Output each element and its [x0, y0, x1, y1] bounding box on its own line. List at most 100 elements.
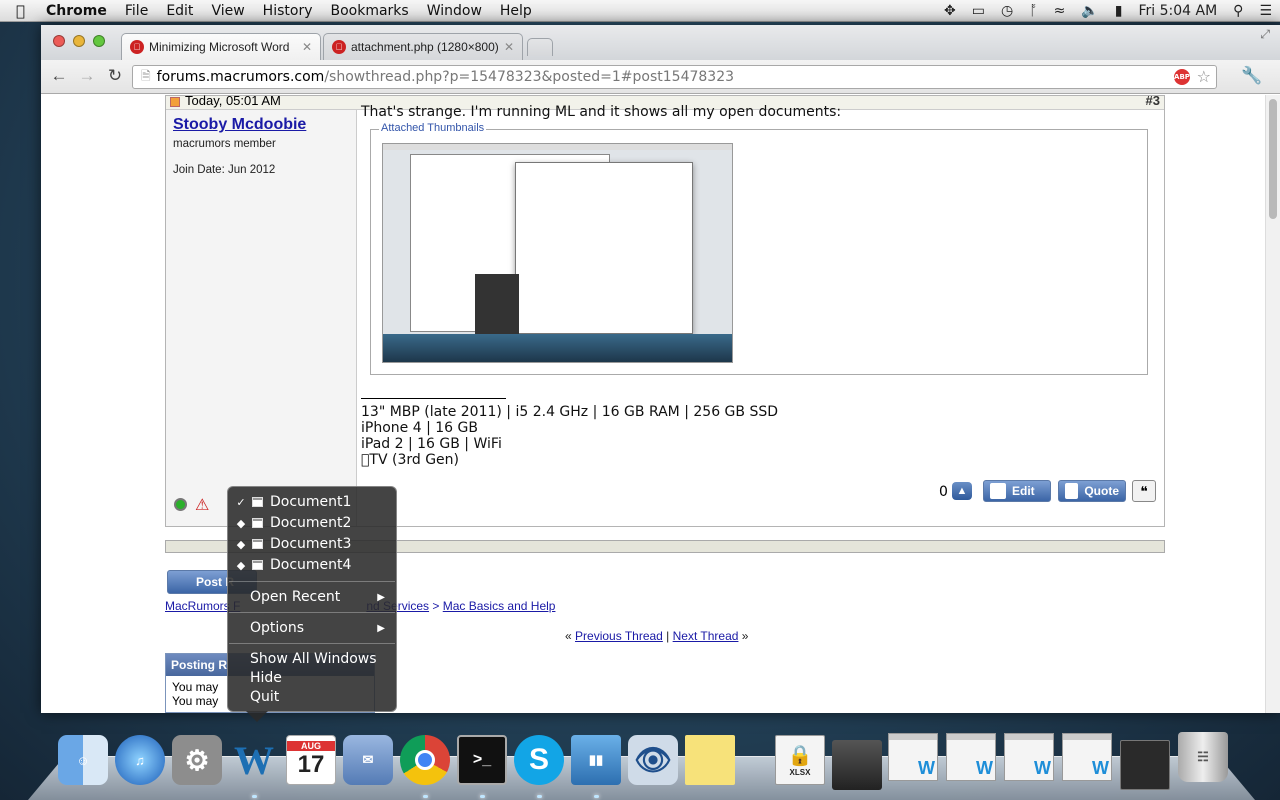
volume-icon[interactable]: 🔈 — [1073, 3, 1106, 19]
signature-line-1: 13" MBP (late 2011) | i5 2.4 GHz | 16 GB… — [361, 404, 779, 420]
hide-label: Hide — [250, 670, 282, 686]
quote-label: Quote — [1084, 484, 1119, 498]
battery-icon[interactable]: ▮ — [1107, 3, 1131, 19]
bookmark-star-icon[interactable]: ☆ — [1197, 67, 1211, 86]
xlsx-file-icon[interactable]: 🔒 XLSX — [775, 735, 825, 785]
url-host: forums.macrumors.com — [156, 69, 325, 85]
vote-count: 0 — [939, 484, 948, 500]
menu-item-show-all-windows[interactable]: Show All Windows — [228, 649, 398, 669]
document2-label: Document2 — [270, 515, 352, 531]
preview-icon[interactable]: 👁 — [628, 735, 678, 785]
finder-icon[interactable]: ☺ — [58, 735, 108, 785]
minimized-document-1[interactable]: W — [888, 733, 938, 781]
diamond-icon: ◆ — [236, 537, 246, 551]
attachment-thumbnail[interactable] — [382, 143, 733, 363]
quote-button[interactable]: Quote — [1058, 480, 1126, 502]
microsoft-word-icon[interactable]: W — [229, 735, 279, 785]
apple-menu-icon[interactable]:  — [0, 2, 37, 20]
tab-strip:  Minimizing Microsoft Word ✕  attachme… — [41, 25, 1280, 60]
spotlight-search-icon[interactable]: ⚲ — [1225, 3, 1251, 19]
minimized-document-4[interactable]: W — [1062, 733, 1112, 781]
bluetooth-icon[interactable]: ᚩ — [1021, 3, 1045, 19]
forum-post: Today, 05:01 AM #3 Stooby Mcdoobie macru… — [165, 95, 1165, 527]
time-machine-icon[interactable]: ◷ — [993, 3, 1021, 19]
menu-item-document2[interactable]: ◆ Document2 — [228, 513, 398, 533]
adblock-icon[interactable]: ABP — [1174, 69, 1190, 85]
menu-separator — [229, 581, 395, 582]
edit-button[interactable]: Edit — [983, 480, 1051, 502]
running-indicator — [537, 795, 542, 798]
wifi-icon[interactable]: ≈ — [1046, 3, 1074, 19]
new-tab-button[interactable] — [527, 38, 553, 56]
menu-item-hide[interactable]: Hide — [228, 668, 398, 688]
notification-center-icon[interactable]: ☰ — [1251, 3, 1280, 19]
close-window-button[interactable] — [53, 35, 65, 47]
menu-help[interactable]: Help — [491, 3, 541, 19]
menu-item-quit[interactable]: Quit — [228, 687, 398, 707]
signature-line-2: iPhone 4 | 16 GB — [361, 420, 478, 436]
calendar-month: AUG — [287, 741, 335, 751]
app-menu[interactable]: Chrome — [37, 3, 116, 19]
quote-icon — [1065, 483, 1079, 499]
online-status-icon — [174, 498, 187, 511]
minimized-document-3[interactable]: W — [1004, 733, 1054, 781]
previous-thread-link[interactable]: Previous Thread — [575, 629, 663, 643]
airplay-icon[interactable]: ▭ — [964, 3, 993, 19]
tab-minimizing-word[interactable]:  Minimizing Microsoft Word ✕ — [121, 33, 321, 60]
stickies-icon[interactable] — [685, 735, 735, 785]
minimized-chrome-window[interactable] — [1120, 740, 1170, 790]
menu-view[interactable]: View — [202, 3, 253, 19]
username-link[interactable]: Stooby Mcdoobie — [173, 116, 306, 134]
minimize-window-button[interactable] — [73, 35, 85, 47]
scrollbar-thumb[interactable] — [1269, 99, 1277, 219]
menu-edit[interactable]: Edit — [157, 3, 202, 19]
parallels-icon[interactable]: ▮▮ — [571, 735, 621, 785]
edit-label: Edit — [1012, 484, 1035, 498]
breadcrumb-mac-basics-link[interactable]: Mac Basics and Help — [443, 599, 556, 613]
system-preferences-icon[interactable]: ⚙ — [172, 735, 222, 785]
window-icon — [252, 497, 263, 507]
menu-item-document3[interactable]: ◆ Document3 — [228, 534, 398, 554]
scrollbar[interactable] — [1265, 95, 1280, 713]
next-thread-link[interactable]: Next Thread — [673, 629, 739, 643]
move-icon[interactable]: ✥ — [936, 3, 964, 19]
minimized-document-2[interactable]: W — [946, 733, 996, 781]
dock-context-menu: ✓ Document1 ◆ Document2 ◆ Document3 ◆ Docume… — [227, 486, 397, 712]
calendar-day: 17 — [297, 751, 325, 778]
zoom-window-button[interactable] — [93, 35, 105, 47]
menu-history[interactable]: History — [254, 3, 322, 19]
multi-quote-button[interactable]: ❝ — [1132, 480, 1156, 502]
terminal-icon[interactable]: >_ — [457, 735, 507, 785]
post-number[interactable]: #3 — [1146, 95, 1160, 108]
back-button[interactable]: ← — [48, 65, 70, 87]
word-badge-icon: W — [918, 758, 935, 778]
mail-icon[interactable]: ✉ — [343, 735, 393, 785]
close-tab-icon[interactable]: ✕ — [302, 40, 312, 54]
reload-button[interactable]: ↻ — [104, 65, 126, 87]
fullscreen-icon[interactable]: ⤢ — [1260, 27, 1270, 42]
tab-attachment[interactable]:  attachment.php (1280×800) ✕ — [323, 33, 523, 60]
wrench-menu-icon[interactable]: 🔧 — [1241, 65, 1263, 87]
itunes-icon[interactable]: ♫ — [115, 735, 165, 785]
chrome-icon[interactable] — [400, 735, 450, 785]
address-bar[interactable]: 🗎 forums.macrumors.com/showthread.php?p=… — [132, 65, 1217, 89]
window-icon — [252, 539, 263, 549]
menu-item-document4[interactable]: ◆ Document4 — [228, 555, 398, 575]
skype-icon[interactable]: S — [514, 735, 564, 785]
diamond-icon: ◆ — [236, 558, 246, 572]
trash-icon[interactable]: ☵ — [1178, 732, 1228, 782]
menu-file[interactable]: File — [116, 3, 157, 19]
menu-window[interactable]: Window — [418, 3, 491, 19]
calendar-icon[interactable]: AUG 17 — [286, 735, 336, 785]
word-badge-icon: W — [976, 758, 993, 778]
close-tab-icon[interactable]: ✕ — [504, 40, 514, 54]
menu-item-open-recent[interactable]: Open Recent ▶ — [228, 587, 398, 607]
clock[interactable]: Fri 5:04 AM — [1130, 3, 1225, 19]
menu-item-document1[interactable]: ✓ Document1 — [228, 492, 398, 512]
vote-up-button[interactable]: ▲ — [952, 482, 972, 500]
report-post-icon[interactable]: ⚠ — [195, 495, 209, 515]
menu-bookmarks[interactable]: Bookmarks — [321, 3, 417, 19]
downloads-stack-icon[interactable] — [832, 740, 882, 790]
forward-button[interactable]: → — [76, 65, 98, 87]
menu-item-options[interactable]: Options ▶ — [228, 618, 398, 638]
